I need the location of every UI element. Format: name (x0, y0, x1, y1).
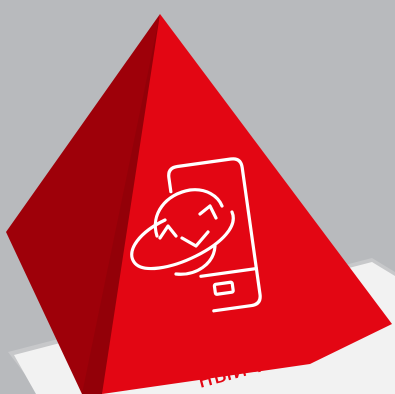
promo-illustration: ный инте (0, 0, 395, 394)
pyramid-graphic: ный инте (0, 0, 395, 394)
